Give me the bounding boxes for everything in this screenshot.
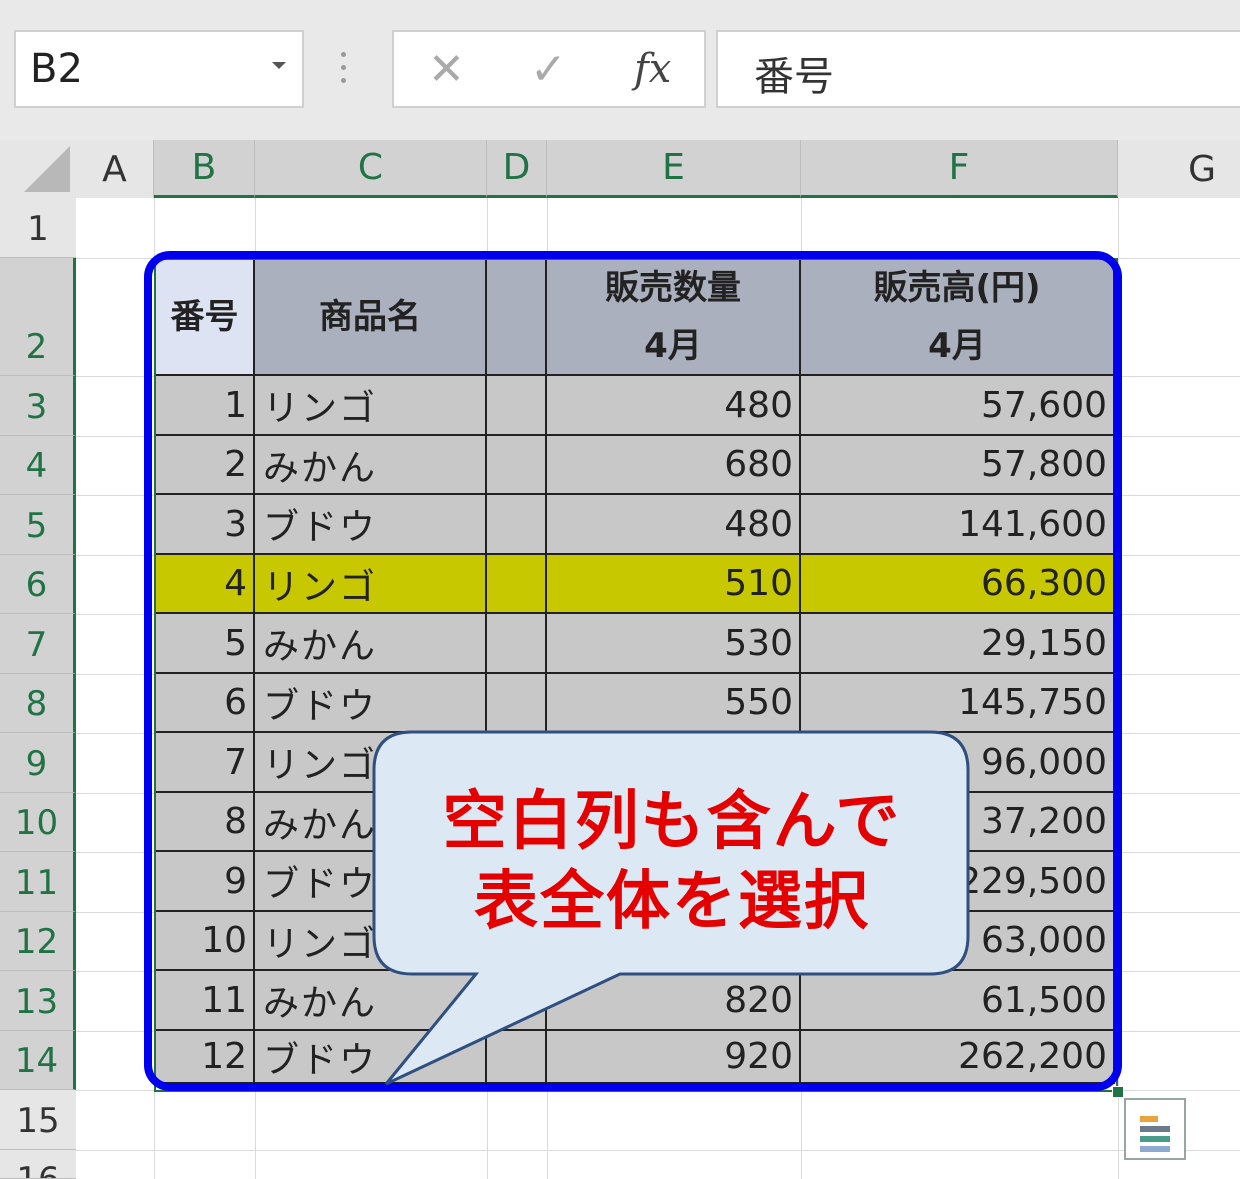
row-header-3[interactable]: 3: [0, 376, 76, 436]
row-header-9[interactable]: 9: [0, 733, 76, 793]
row-header-10[interactable]: 10: [0, 793, 76, 852]
column-header-c[interactable]: C: [255, 140, 487, 198]
row-header-2[interactable]: 2: [0, 258, 76, 376]
callout-bubble: 空白列も含んで 表全体を選択: [372, 730, 972, 1090]
callout-line-1: 空白列も含んで: [442, 785, 902, 859]
row-header-15[interactable]: 15: [0, 1090, 76, 1150]
select-all-button[interactable]: [0, 140, 76, 198]
row-header-13[interactable]: 13: [0, 971, 76, 1031]
row-header-11[interactable]: 11: [0, 852, 76, 912]
column-header-g[interactable]: G: [1118, 140, 1240, 198]
row-header-8[interactable]: 8: [0, 674, 76, 733]
row-header-6[interactable]: 6: [0, 555, 76, 614]
row-header-16[interactable]: 16: [0, 1150, 76, 1179]
formula-value: 番号: [754, 54, 834, 100]
row-header-5[interactable]: 5: [0, 495, 76, 555]
row-header-1[interactable]: 1: [0, 198, 76, 258]
column-header-a[interactable]: A: [76, 140, 154, 198]
name-box-value: B2: [30, 46, 83, 92]
column-header-b[interactable]: B: [154, 140, 255, 198]
name-box[interactable]: B2: [14, 30, 304, 108]
check-icon[interactable]: ✓: [530, 44, 567, 95]
close-icon[interactable]: ✕: [428, 44, 465, 95]
row-header-12[interactable]: 12: [0, 912, 76, 971]
formula-bar: B2 ✕ ✓ fx 番号: [0, 0, 1240, 140]
formula-buttons: ✕ ✓ fx: [392, 30, 706, 108]
column-header-e[interactable]: E: [547, 140, 801, 198]
fill-handle[interactable]: [1112, 1086, 1124, 1098]
row-header-4[interactable]: 4: [0, 436, 76, 495]
row-header-7[interactable]: 7: [0, 614, 76, 674]
quick-analysis-icon[interactable]: [1124, 1098, 1186, 1160]
column-header-d[interactable]: D: [487, 140, 547, 198]
callout-line-2: 表全体を選択: [474, 865, 870, 939]
chevron-down-icon[interactable]: [272, 62, 286, 69]
row-header-14[interactable]: 14: [0, 1031, 76, 1090]
insert-function-button[interactable]: fx: [634, 46, 671, 92]
column-header-f[interactable]: F: [801, 140, 1118, 198]
formula-input[interactable]: 番号: [716, 30, 1240, 108]
more-options-icon[interactable]: [340, 52, 348, 88]
